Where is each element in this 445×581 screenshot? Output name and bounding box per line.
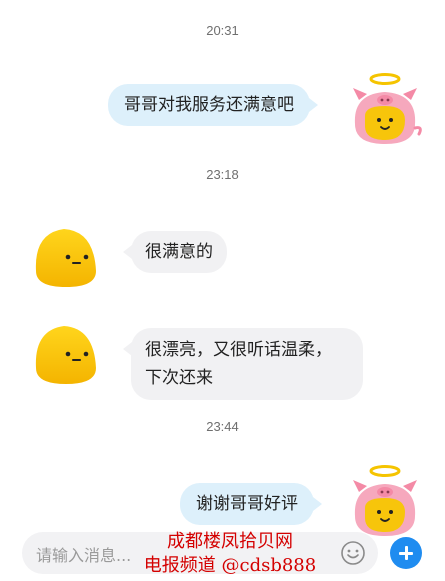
yellow-blob-avatar-icon[interactable] xyxy=(30,225,102,291)
message-bubble-outgoing[interactable]: 哥哥对我服务还满意吧 xyxy=(108,84,318,126)
pig-angel-avatar-icon[interactable] xyxy=(345,70,425,150)
watermark-line: 成都楼凤拾贝网 xyxy=(167,531,293,552)
timestamp: 20:31 xyxy=(206,23,239,38)
timestamp: 23:44 xyxy=(206,419,239,434)
message-bubble-incoming[interactable]: 很满意的 xyxy=(123,231,227,273)
message-bubble-outgoing[interactable]: 谢谢哥哥好评 xyxy=(180,483,322,525)
plus-icon[interactable] xyxy=(390,537,422,569)
message-text: 谢谢哥哥好评 xyxy=(196,494,298,514)
message-text: 哥哥对我服务还满意吧 xyxy=(124,95,294,115)
message-text: 很满意的 xyxy=(145,242,213,262)
yellow-blob-avatar-icon[interactable] xyxy=(30,322,102,388)
emoji-icon[interactable] xyxy=(340,540,366,566)
input-placeholder: 请输入消息... xyxy=(36,546,132,565)
message-text-line: 很漂亮，又很听话温柔， xyxy=(145,340,332,360)
message-bubble-incoming[interactable]: 很漂亮，又很听话温柔， 下次还来 xyxy=(123,328,363,400)
watermark: 成都楼凤拾贝网 电报频道 @cdsb888 xyxy=(130,530,330,578)
timestamp: 23:18 xyxy=(206,167,239,182)
pig-angel-avatar-icon[interactable] xyxy=(345,462,425,542)
message-text-line: 下次还来 xyxy=(145,368,213,388)
watermark-line: 电报频道 @cdsb888 xyxy=(143,555,317,576)
